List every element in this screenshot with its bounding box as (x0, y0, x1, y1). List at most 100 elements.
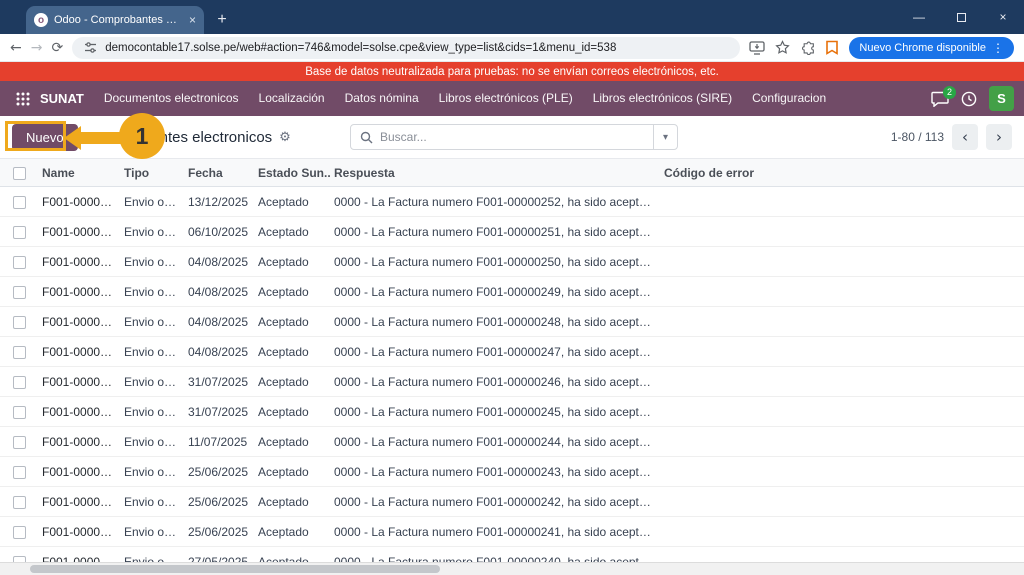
scrollbar-thumb[interactable] (30, 565, 440, 573)
row-checkbox[interactable] (13, 496, 26, 509)
select-all-checkbox[interactable] (13, 167, 26, 180)
row-checkbox[interactable] (13, 256, 26, 269)
table-row[interactable]: F001-00000249 Envio onli... 04/08/2025 A… (0, 277, 1024, 307)
close-button[interactable]: × (982, 0, 1024, 34)
row-checkbox[interactable] (13, 316, 26, 329)
messages-button[interactable]: 2 (931, 91, 949, 107)
cell-codigo-error (660, 517, 1024, 547)
back-icon[interactable]: ← (10, 41, 22, 55)
neutralized-banner: Base de datos neutralizada para pruebas:… (0, 62, 1024, 81)
install-icon[interactable] (749, 41, 765, 55)
row-checkbox[interactable] (13, 346, 26, 359)
nav-item-datos-nomina[interactable]: Datos nómina (335, 81, 429, 116)
cell-tipo: Envio onli... (120, 547, 184, 563)
table-row[interactable]: F001-00000246 Envio onli... 31/07/2025 A… (0, 367, 1024, 397)
nav-item-documentos-electronicos[interactable]: Documentos electronicos (94, 81, 249, 116)
cell-fecha: 04/08/2025 (184, 307, 254, 337)
new-record-button[interactable]: Nuevo (12, 124, 78, 151)
table-row[interactable]: F001-00000248 Envio onli... 04/08/2025 A… (0, 307, 1024, 337)
column-header-tipo[interactable]: Tipo (120, 159, 184, 187)
cell-fecha: 04/08/2025 (184, 337, 254, 367)
table-row[interactable]: F001-00000252 Envio onli... 13/12/2025 A… (0, 187, 1024, 217)
column-header-codigo-error[interactable]: Código de error (660, 159, 1024, 187)
row-checkbox[interactable] (13, 466, 26, 479)
row-checkbox[interactable] (13, 226, 26, 239)
bookmark-star-icon[interactable] (775, 40, 790, 55)
table-row[interactable]: F001-00000251 Envio onli... 06/10/2025 A… (0, 217, 1024, 247)
gear-icon[interactable]: ⚙ (279, 130, 291, 145)
search-input[interactable] (380, 130, 653, 144)
cell-respuesta: 0000 - La Factura numero F001-00000244, … (330, 427, 660, 457)
column-header-name[interactable]: Name (38, 159, 120, 187)
user-avatar[interactable]: S (989, 86, 1014, 111)
search-dropdown-toggle[interactable]: ▾ (653, 125, 677, 149)
horizontal-scrollbar[interactable] (0, 562, 1024, 575)
row-checkbox[interactable] (13, 286, 26, 299)
browser-menu-icon[interactable]: ⋮ (992, 41, 1004, 55)
row-checkbox[interactable] (13, 436, 26, 449)
table-row[interactable]: F001-00000242 Envio onli... 25/06/2025 A… (0, 487, 1024, 517)
browser-tab[interactable]: o Odoo - Comprobantes electron × (26, 6, 204, 34)
table-row[interactable]: F001-00000250 Envio onli... 04/08/2025 A… (0, 247, 1024, 277)
cell-codigo-error (660, 487, 1024, 517)
cell-name: F001-00000240 (38, 547, 120, 563)
cell-respuesta: 0000 - La Factura numero F001-00000242, … (330, 487, 660, 517)
new-tab-button[interactable]: + (210, 8, 234, 32)
app-brand[interactable]: SUNAT (40, 91, 84, 106)
cell-fecha: 25/06/2025 (184, 457, 254, 487)
pager-next-button[interactable]: › (986, 124, 1012, 150)
pager-previous-button[interactable]: ‹ (952, 124, 978, 150)
cell-estado: Aceptado (254, 367, 330, 397)
column-header-fecha[interactable]: Fecha (184, 159, 254, 187)
cell-estado: Aceptado (254, 457, 330, 487)
refresh-icon[interactable]: ⟳ (51, 41, 63, 55)
cell-name: F001-00000249 (38, 277, 120, 307)
cell-tipo: Envio onli... (120, 427, 184, 457)
table-row[interactable]: F001-00000240 Envio onli... 27/05/2025 A… (0, 547, 1024, 563)
cell-tipo: Envio onli... (120, 397, 184, 427)
nav-item-libros-sire[interactable]: Libros electrónicos (SIRE) (583, 81, 742, 116)
address-bar: ← → ⟳ democontable17.solse.pe/web#action… (0, 34, 1024, 62)
chrome-update-label: Nuevo Chrome disponible (859, 42, 986, 54)
chrome-update-button[interactable]: Nuevo Chrome disponible ⋮ (849, 37, 1014, 59)
cell-codigo-error (660, 397, 1024, 427)
extensions-puzzle-icon[interactable] (800, 40, 815, 55)
cell-estado: Aceptado (254, 547, 330, 563)
orange-extension-icon[interactable] (825, 40, 839, 55)
cell-fecha: 13/12/2025 (184, 187, 254, 217)
cell-estado: Aceptado (254, 397, 330, 427)
cell-fecha: 25/06/2025 (184, 487, 254, 517)
row-checkbox[interactable] (13, 196, 26, 209)
forward-icon[interactable]: → (31, 41, 43, 55)
column-header-estado-sunat[interactable]: Estado Sun... (254, 159, 330, 187)
cell-respuesta: 0000 - La Factura numero F001-00000247, … (330, 337, 660, 367)
row-checkbox[interactable] (13, 526, 26, 539)
table-row[interactable]: F001-00000245 Envio onli... 31/07/2025 A… (0, 397, 1024, 427)
table-row[interactable]: F001-00000243 Envio onli... 25/06/2025 A… (0, 457, 1024, 487)
cell-tipo: Envio onli... (120, 307, 184, 337)
activities-button[interactable] (961, 91, 977, 107)
row-checkbox[interactable] (13, 376, 26, 389)
restore-button[interactable] (940, 0, 982, 34)
cell-respuesta: 0000 - La Factura numero F001-00000249, … (330, 277, 660, 307)
toolbar-icons: Nuevo Chrome disponible ⋮ (749, 37, 1014, 59)
cell-tipo: Envio onli... (120, 457, 184, 487)
window-controls: — × (898, 0, 1024, 34)
cell-codigo-error (660, 277, 1024, 307)
nav-item-configuracion[interactable]: Configuracion (742, 81, 836, 116)
table-row[interactable]: F001-00000247 Envio onli... 04/08/2025 A… (0, 337, 1024, 367)
tab-close-icon[interactable]: × (189, 14, 196, 26)
minimize-button[interactable]: — (898, 0, 940, 34)
cell-respuesta: 0000 - La Factura numero F001-00000251, … (330, 217, 660, 247)
nav-item-localizacion[interactable]: Localización (249, 81, 335, 116)
table-row[interactable]: F001-00000244 Envio onli... 11/07/2025 A… (0, 427, 1024, 457)
column-header-respuesta[interactable]: Respuesta (330, 159, 660, 187)
url-field[interactable]: democontable17.solse.pe/web#action=746&m… (72, 37, 740, 59)
nav-item-libros-ple[interactable]: Libros electrónicos (PLE) (429, 81, 583, 116)
table-row[interactable]: F001-00000241 Envio onli... 25/06/2025 A… (0, 517, 1024, 547)
apps-grid-icon (16, 92, 30, 106)
apps-menu-button[interactable] (10, 86, 36, 112)
cell-name: F001-00000252 (38, 187, 120, 217)
row-checkbox[interactable] (13, 406, 26, 419)
control-panel: Nuevo Comprobantes electronicos ⚙ ▾ 1-80… (0, 116, 1024, 158)
